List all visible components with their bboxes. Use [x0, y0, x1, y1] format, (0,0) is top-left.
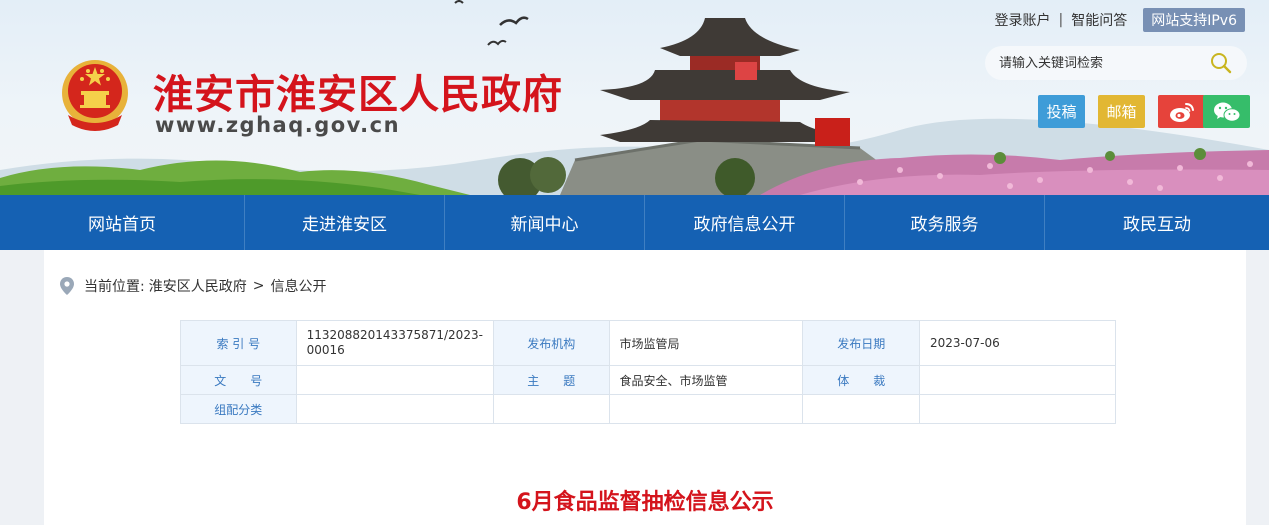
nav-item-about[interactable]: 走进淮安区: [245, 195, 445, 250]
empty-cell: [492, 394, 610, 424]
search-input[interactable]: [985, 55, 1209, 71]
subject-value: 食品安全、市场监管: [608, 365, 804, 395]
content-panel: 当前位置: 淮安区人民政府 > 信息公开 索 引 号 1132088201433…: [44, 250, 1246, 525]
category-label: 组配分类: [180, 394, 297, 424]
index-number-value: 113208820143375871/2023-00016: [295, 320, 494, 366]
header-banner: 淮安市淮安区人民政府 www.zghaq.gov.cn 登录账户 | 智能问答 …: [0, 0, 1269, 195]
empty-cell: [608, 394, 804, 424]
wechat-button[interactable]: [1203, 95, 1250, 128]
document-metadata-table: 索 引 号 113208820143375871/2023-00016 发布机构…: [180, 320, 1117, 424]
site-url: www.zghaq.gov.cn: [155, 113, 401, 137]
breadcrumb: 当前位置: 淮安区人民政府 > 信息公开: [60, 276, 326, 296]
national-emblem-icon: [62, 60, 128, 131]
location-pin-icon: [60, 277, 74, 295]
smart-qa-link[interactable]: 智能问答: [1071, 10, 1127, 30]
breadcrumb-info-link[interactable]: 信息公开: [270, 276, 326, 296]
table-row: 索 引 号 113208820143375871/2023-00016 发布机构…: [180, 320, 1117, 366]
genre-value: [918, 365, 1117, 395]
breadcrumb-separator: >: [252, 278, 265, 294]
publish-date-label: 发布日期: [802, 320, 920, 366]
nav-item-interaction[interactable]: 政民互动: [1045, 195, 1269, 250]
publish-date-value: 2023-07-06: [918, 320, 1117, 366]
breadcrumb-label: 当前位置:: [84, 279, 145, 295]
empty-cell: [802, 394, 920, 424]
doc-number-label: 文 号: [180, 365, 297, 395]
top-links: 登录账户 | 智能问答 网站支持IPv6: [995, 8, 1245, 32]
wechat-icon: [1213, 102, 1240, 122]
category-value: [295, 394, 494, 424]
login-link[interactable]: 登录账户: [995, 10, 1051, 30]
nav-item-gov-info[interactable]: 政府信息公开: [645, 195, 845, 250]
nav-item-home[interactable]: 网站首页: [0, 195, 245, 250]
index-number-label: 索 引 号: [180, 320, 297, 366]
subject-label: 主 题: [492, 365, 610, 395]
table-row: 文 号 主 题 食品安全、市场监管 体 裁: [180, 365, 1117, 395]
nav-item-news[interactable]: 新闻中心: [445, 195, 645, 250]
breadcrumb-home-link[interactable]: 淮安区人民政府: [149, 276, 247, 296]
mailbox-button[interactable]: 邮箱: [1098, 95, 1145, 128]
table-row: 组配分类: [180, 394, 1117, 424]
submit-article-button[interactable]: 投稿: [1038, 95, 1085, 128]
publisher-label: 发布机构: [492, 320, 610, 366]
doc-number-value: [295, 365, 494, 395]
search-icon[interactable]: [1209, 51, 1233, 75]
empty-cell: [918, 394, 1117, 424]
nav-item-services[interactable]: 政务服务: [845, 195, 1045, 250]
site-title: 淮安市淮安区人民政府: [153, 72, 563, 118]
article-title: 6月食品监督抽检信息公示: [516, 490, 774, 515]
search-box: [985, 46, 1247, 80]
weibo-icon: [1169, 102, 1194, 122]
publisher-value: 市场监管局: [608, 320, 804, 366]
top-links-separator: |: [1058, 12, 1064, 28]
ipv6-badge: 网站支持IPv6: [1143, 8, 1245, 32]
weibo-button[interactable]: [1158, 95, 1205, 128]
genre-label: 体 裁: [802, 365, 920, 395]
main-nav: 网站首页 走进淮安区 新闻中心 政府信息公开 政务服务 政民互动: [0, 195, 1269, 250]
